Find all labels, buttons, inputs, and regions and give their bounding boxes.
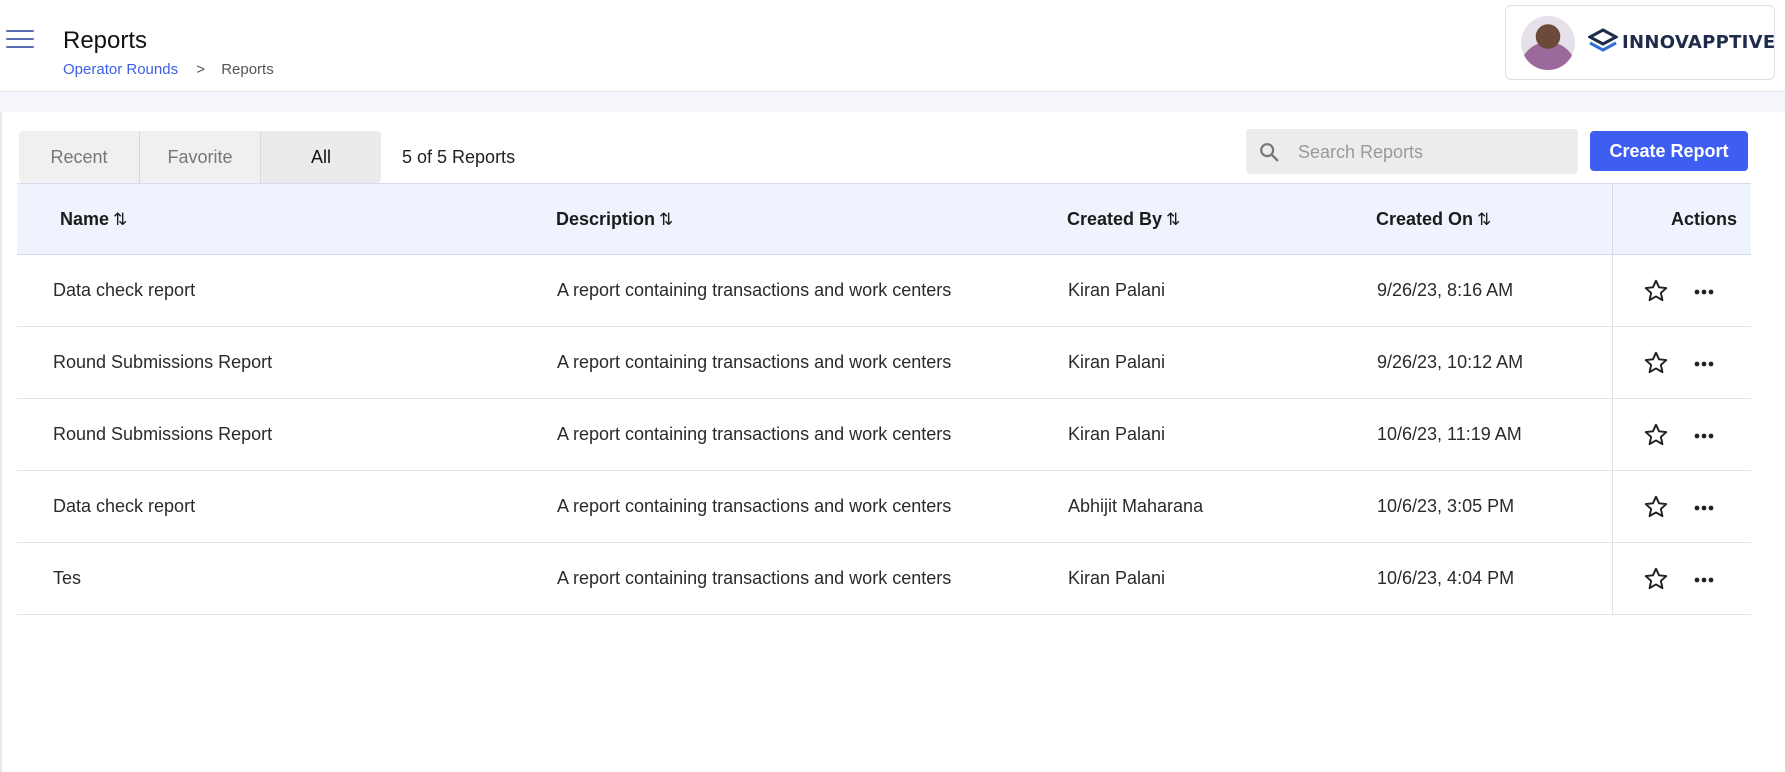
brand-logo: INNOVAPPTIVE (1588, 28, 1775, 56)
column-label: Name (60, 209, 110, 229)
table-row[interactable]: Data check report A report containing tr… (17, 471, 1751, 543)
cell-description: A report containing transactions and wor… (557, 496, 952, 516)
cell-created-by: Kiran Palani (1068, 568, 1166, 588)
app-header: Reports Operator Rounds > Reports INNOVA… (0, 0, 1785, 92)
cell-created-by: Abhijit Maharana (1068, 496, 1204, 516)
table-row[interactable]: Round Submissions Report A report contai… (17, 399, 1751, 471)
table-row[interactable]: Data check report A report containing tr… (17, 255, 1751, 327)
cell-actions (1612, 399, 1752, 470)
cell-actions (1612, 543, 1752, 614)
column-header-created-on[interactable]: Created On ⇅ (1376, 184, 1491, 254)
hamburger-menu-icon[interactable] (6, 30, 34, 52)
create-report-button[interactable]: Create Report (1590, 131, 1748, 171)
cell-created-by: Kiran Palani (1068, 280, 1166, 300)
report-filter-tabs: Recent Favorite All (19, 131, 381, 183)
breadcrumb-current: Reports (221, 61, 274, 78)
cell-created-on: 10/6/23, 11:19 AM (1377, 424, 1522, 444)
cell-created-on: 10/6/23, 4:04 PM (1377, 568, 1515, 588)
cell-created-on: 9/26/23, 10:12 AM (1377, 352, 1524, 372)
column-header-description[interactable]: Description ⇅ (556, 184, 673, 254)
reports-table: Name ⇅ Description ⇅ Created By ⇅ Created O… (17, 183, 1751, 615)
column-label: Created On (1376, 209, 1474, 229)
cell-name: Tes (53, 568, 82, 588)
report-count: 5 of 5 Reports (402, 147, 516, 167)
more-options-icon[interactable] (1693, 576, 1715, 584)
search-icon (1260, 143, 1279, 162)
cell-name: Data check report (53, 496, 196, 516)
sort-icon[interactable]: ⇅ (1477, 210, 1491, 229)
cell-actions (1612, 255, 1752, 326)
column-header-name[interactable]: Name ⇅ (60, 184, 127, 254)
cell-name: Round Submissions Report (53, 352, 273, 372)
breadcrumb: Operator Rounds > Reports (63, 61, 274, 78)
cell-name: Round Submissions Report (53, 424, 273, 444)
breadcrumb-link-operator-rounds[interactable]: Operator Rounds (63, 61, 178, 78)
table-row[interactable]: Tes A report containing transactions and… (17, 543, 1751, 615)
star-icon[interactable] (1643, 494, 1669, 520)
column-header-actions: Actions (1612, 184, 1751, 254)
header-divider-strip (0, 92, 1785, 112)
star-icon[interactable] (1643, 350, 1669, 376)
cell-created-by: Kiran Palani (1068, 424, 1166, 444)
sort-icon[interactable]: ⇅ (659, 210, 673, 229)
star-icon[interactable] (1643, 566, 1669, 592)
cell-created-on: 10/6/23, 3:05 PM (1377, 496, 1515, 516)
search-box (1246, 129, 1578, 176)
tab-recent[interactable]: Recent (19, 131, 140, 183)
sort-icon[interactable]: ⇅ (1166, 210, 1180, 229)
cell-created-on: 9/26/23, 8:16 AM (1377, 280, 1514, 300)
sort-icon[interactable]: ⇅ (113, 210, 127, 229)
table-row[interactable]: Round Submissions Report A report contai… (17, 327, 1751, 399)
cell-description: A report containing transactions and wor… (557, 352, 952, 372)
more-options-icon[interactable] (1693, 360, 1715, 368)
table-header: Name ⇅ Description ⇅ Created By ⇅ Created O… (17, 183, 1751, 255)
cell-description: A report containing transactions and wor… (557, 280, 952, 300)
column-header-created-by[interactable]: Created By ⇅ (1067, 184, 1180, 254)
profile-brand-card[interactable]: INNOVAPPTIVE (1505, 5, 1775, 80)
breadcrumb-separator: > (196, 61, 206, 78)
cell-actions (1612, 327, 1752, 398)
content-left-border (0, 112, 2, 772)
brand-name: INNOVAPPTIVE (1622, 31, 1776, 53)
tab-all[interactable]: All (261, 131, 381, 183)
tab-favorite[interactable]: Favorite (140, 131, 261, 183)
column-label: Created By (1067, 209, 1163, 229)
column-label: Description (556, 209, 656, 229)
more-options-icon[interactable] (1693, 432, 1715, 440)
more-options-icon[interactable] (1693, 288, 1715, 296)
more-options-icon[interactable] (1693, 504, 1715, 512)
logo-icon (1588, 28, 1618, 52)
star-icon[interactable] (1643, 422, 1669, 448)
page-title: Reports (63, 27, 148, 54)
cell-created-by: Kiran Palani (1068, 352, 1166, 372)
cell-name: Data check report (53, 280, 196, 300)
cell-actions (1612, 471, 1752, 542)
cell-description: A report containing transactions and wor… (557, 424, 952, 444)
search-input[interactable] (1296, 129, 1570, 176)
cell-description: A report containing transactions and wor… (557, 568, 952, 588)
avatar[interactable] (1521, 16, 1575, 70)
star-icon[interactable] (1643, 278, 1669, 304)
